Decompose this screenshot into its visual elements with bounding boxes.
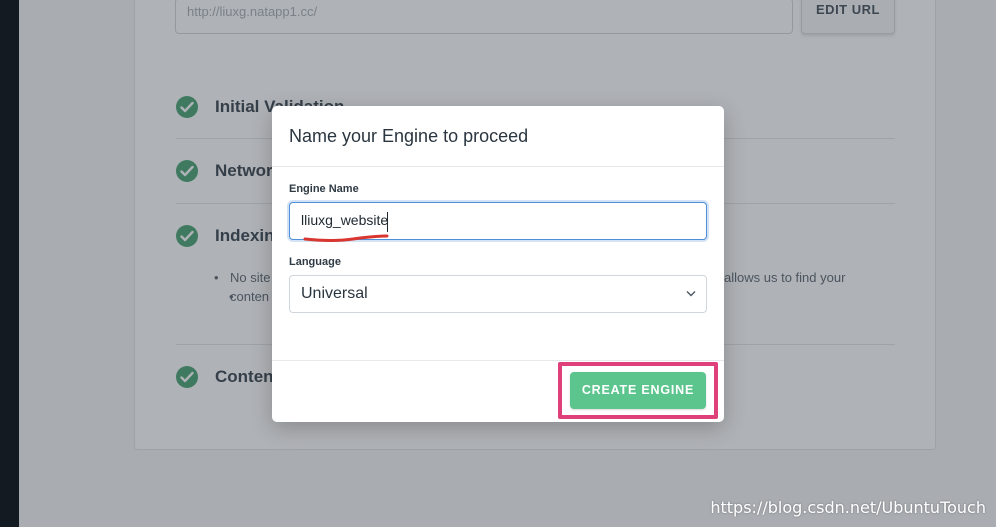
modal-title: Name your Engine to proceed bbox=[289, 126, 529, 146]
language-value: Universal bbox=[301, 285, 368, 302]
watermark-text: https://blog.csdn.net/UbuntuTouch bbox=[710, 498, 986, 517]
create-engine-button[interactable]: CREATE ENGINE bbox=[570, 372, 706, 409]
chevron-down-icon bbox=[686, 291, 696, 297]
red-underline-annotation bbox=[303, 234, 389, 242]
engine-name-label: Engine Name bbox=[289, 183, 359, 195]
text-caret bbox=[387, 212, 388, 232]
engine-name-value: lliuxg_website bbox=[301, 212, 389, 228]
name-engine-modal: Name your Engine to proceed Engine Name … bbox=[272, 106, 724, 422]
modal-footer-divider bbox=[272, 360, 724, 361]
left-sidebar-strip bbox=[0, 0, 19, 527]
modal-header-divider bbox=[272, 166, 724, 167]
language-label: Language bbox=[289, 256, 341, 268]
language-select[interactable]: Universal bbox=[289, 275, 707, 313]
